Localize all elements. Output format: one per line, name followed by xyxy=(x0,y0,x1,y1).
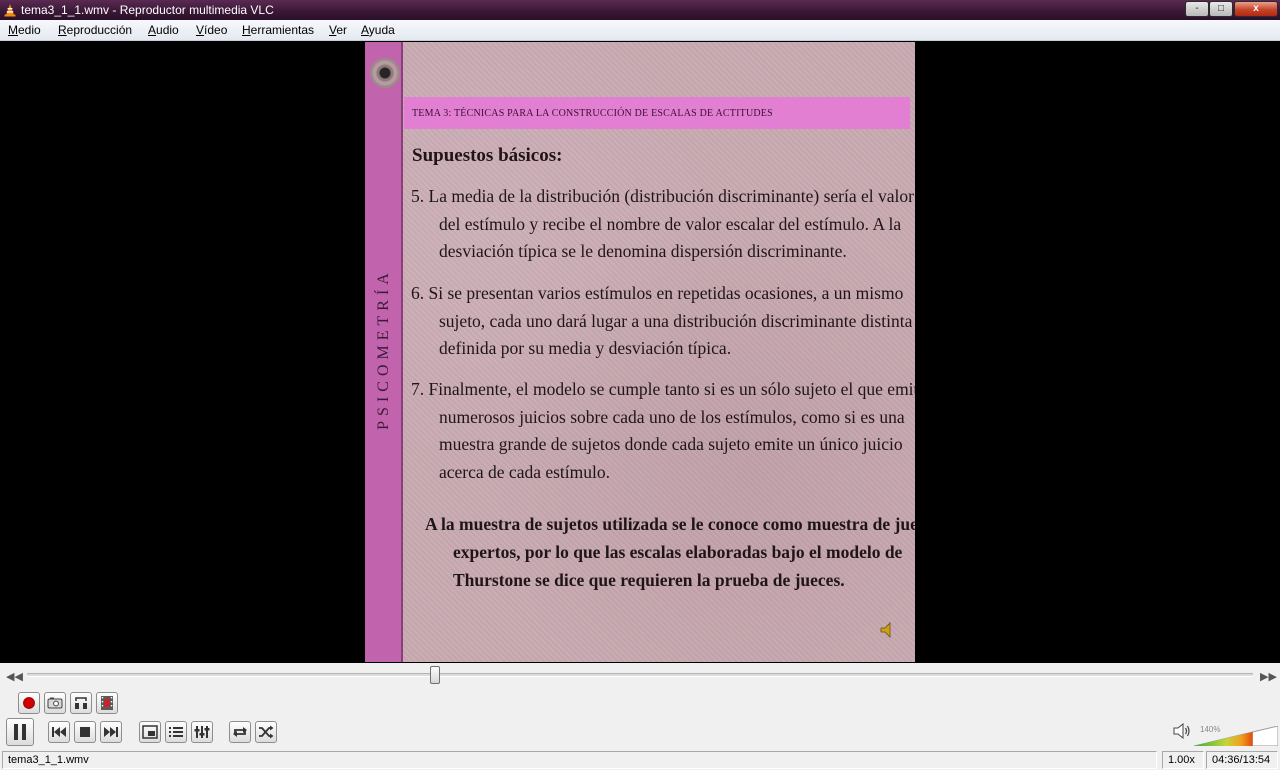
vlc-window: tema3_1_1.wmv - Reproductor multimedia V… xyxy=(0,0,1280,770)
slide-point-6: 6. Si se presentan varios estímulos en r… xyxy=(411,280,912,363)
slide-header-text: TEMA 3: TÉCNICAS PARA LA CONSTRUCCIÓN DE… xyxy=(412,108,773,119)
snapshot-button[interactable] xyxy=(44,692,66,714)
stop-button[interactable] xyxy=(74,721,96,743)
random-button[interactable] xyxy=(255,721,277,743)
close-button[interactable]: x xyxy=(1234,1,1278,17)
playback-speed[interactable]: 1.00x xyxy=(1162,751,1204,769)
speaker-icon[interactable] xyxy=(1173,723,1191,739)
record-button[interactable] xyxy=(18,692,40,714)
loop-ab-button[interactable] xyxy=(70,692,92,714)
seek-track[interactable] xyxy=(27,673,1253,677)
slide-point-5: 5. La media de la distribución (distribu… xyxy=(411,183,914,266)
next-button[interactable] xyxy=(100,721,122,743)
frame-step-button[interactable] xyxy=(96,692,118,714)
point-line: 7. Finalmente, el modelo se cumple tanto… xyxy=(411,379,915,399)
point-line: 5. La media de la distribución (distribu… xyxy=(411,186,914,206)
menu-audio[interactable]: Audio xyxy=(148,23,179,37)
window-title: tema3_1_1.wmv - Reproductor multimedia V… xyxy=(21,3,274,17)
slide-speaker-icon xyxy=(880,622,891,638)
volume-slider[interactable] xyxy=(1194,726,1278,746)
seek-back-icon[interactable]: ◀◀ xyxy=(6,670,23,683)
snapshot-icon xyxy=(47,697,63,709)
control-bar: 140% xyxy=(0,689,1280,750)
previous-button[interactable] xyxy=(48,721,70,743)
vlc-cone-icon xyxy=(4,4,16,17)
random-icon xyxy=(259,725,274,739)
point-line: sujeto, cada uno dará lugar a una distri… xyxy=(439,310,913,331)
playlist-button[interactable] xyxy=(165,721,187,743)
next-icon xyxy=(104,727,118,737)
point-line: definida por su media y desviación típic… xyxy=(439,338,732,358)
maximize-button[interactable]: □ xyxy=(1209,1,1233,17)
menu-herramientas[interactable]: Herramientas xyxy=(242,23,314,37)
conclusion-line: Thurstone se dice que requieren la prueb… xyxy=(453,570,845,590)
slide-vertical-title: PSICOMETRÍA xyxy=(375,268,392,430)
slide-header: TEMA 3: TÉCNICAS PARA LA CONSTRUCCIÓN DE… xyxy=(404,97,910,129)
previous-icon xyxy=(52,727,66,737)
slide: PSICOMETRÍA TEMA 3: TÉCNICAS PARA LA CON… xyxy=(365,42,915,662)
menu-bar: Medio Reproducción Audio Vídeo Herramien… xyxy=(0,20,1280,41)
time-display[interactable]: 04:36/13:54 xyxy=(1206,751,1278,769)
conclusion-line: A la muestra de sujetos utilizada se le … xyxy=(425,514,915,534)
status-bar: tema3_1_1.wmv 1.00x 04:36/13:54 xyxy=(0,750,1280,770)
slide-point-7: 7. Finalmente, el modelo se cumple tanto… xyxy=(411,376,915,486)
seek-forward-icon[interactable]: ▶▶ xyxy=(1260,670,1277,683)
menu-medio[interactable]: Medio xyxy=(8,23,41,37)
loop-button[interactable] xyxy=(229,721,251,743)
menu-ayuda[interactable]: Ayuda xyxy=(361,23,395,37)
stop-icon xyxy=(80,727,90,737)
status-filename: tema3_1_1.wmv xyxy=(2,751,1157,769)
point-line: del estímulo y recibe el nombre de valor… xyxy=(439,213,902,234)
volume-fill xyxy=(1194,726,1253,746)
menu-ver[interactable]: Ver xyxy=(329,23,347,37)
record-icon xyxy=(23,697,35,709)
point-line: numerosos juicios sobre cada uno de los … xyxy=(439,406,905,427)
extended-settings-button[interactable] xyxy=(191,721,213,743)
menu-video[interactable]: Vídeo xyxy=(196,23,227,37)
loop-icon xyxy=(233,727,247,737)
extended-settings-icon xyxy=(194,726,210,738)
slide-subtitle: Supuestos básicos: xyxy=(412,145,563,166)
frame-step-icon xyxy=(101,696,113,710)
slide-sidebar: PSICOMETRÍA xyxy=(365,42,403,662)
title-bar[interactable]: tema3_1_1.wmv - Reproductor multimedia V… xyxy=(0,0,1280,20)
seal-logo xyxy=(370,58,400,88)
point-line: acerca de cada estímulo. xyxy=(439,461,611,482)
pause-button[interactable] xyxy=(6,718,34,746)
fullscreen-button[interactable] xyxy=(139,721,161,743)
conclusion-line: expertos, por lo que las escalas elabora… xyxy=(453,542,903,562)
minimize-button[interactable]: - xyxy=(1185,1,1209,17)
fullscreen-icon xyxy=(142,725,158,739)
point-line: desviación típica se le denomina dispers… xyxy=(439,241,847,261)
pause-icon xyxy=(14,724,26,740)
seek-row: ◀◀ ▶▶ xyxy=(0,663,1280,689)
loop-ab-icon xyxy=(75,697,87,709)
playlist-icon xyxy=(169,727,183,737)
point-line: muestra grande de sujetos donde cada suj… xyxy=(439,434,903,454)
seek-handle[interactable] xyxy=(429,666,440,684)
menu-reproduccion[interactable]: Reproducción xyxy=(58,23,132,37)
point-line: 6. Si se presentan varios estímulos en r… xyxy=(411,283,904,303)
slide-conclusion: A la muestra de sujetos utilizada se le … xyxy=(425,510,915,594)
